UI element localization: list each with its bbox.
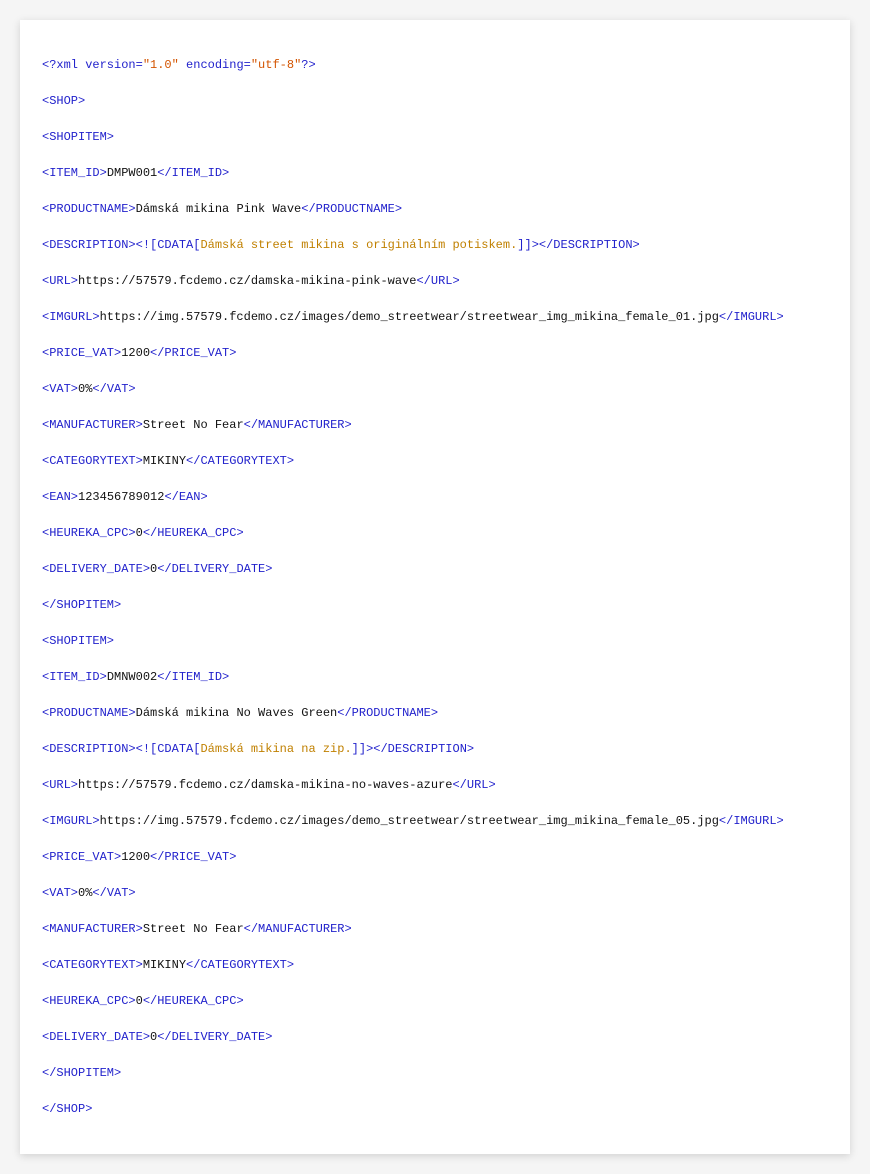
xml-declaration: <?xml version="1.0" encoding="utf-8"?> — [42, 56, 828, 74]
vat-value: 0% — [78, 886, 92, 900]
item-id-value: DMPW001 — [107, 166, 157, 180]
price-vat-value: 1200 — [121, 850, 150, 864]
shopitem-open: <SHOPITEM> — [42, 634, 114, 648]
shopitem-open: <SHOPITEM> — [42, 130, 114, 144]
productname-value: Dámská mikina No Waves Green — [136, 706, 338, 720]
categorytext-value: MIKINY — [143, 958, 186, 972]
categorytext-value: MIKINY — [143, 454, 186, 468]
item-id-value: DMNW002 — [107, 670, 157, 684]
imgurl-value: https://img.57579.fcdemo.cz/images/demo_… — [100, 814, 719, 828]
shopitem-close: </SHOPITEM> — [42, 1066, 121, 1080]
description-value: Dámská mikina na zip. — [200, 742, 351, 756]
imgurl-value: https://img.57579.fcdemo.cz/images/demo_… — [100, 310, 719, 324]
shop-close: </SHOP> — [42, 1102, 92, 1116]
delivery-date-value: 0 — [150, 1030, 157, 1044]
manufacturer-value: Street No Fear — [143, 922, 244, 936]
shopitem-close: </SHOPITEM> — [42, 598, 121, 612]
shop-open: <SHOP> — [42, 94, 85, 108]
productname-value: Dámská mikina Pink Wave — [136, 202, 302, 216]
manufacturer-value: Street No Fear — [143, 418, 244, 432]
ean-value: 123456789012 — [78, 490, 164, 504]
vat-value: 0% — [78, 382, 92, 396]
xml-code-block: <?xml version="1.0" encoding="utf-8"?> <… — [20, 20, 850, 1154]
url-value: https://57579.fcdemo.cz/damska-mikina-pi… — [78, 274, 416, 288]
url-value: https://57579.fcdemo.cz/damska-mikina-no… — [78, 778, 452, 792]
heureka-cpc-value: 0 — [136, 526, 143, 540]
price-vat-value: 1200 — [121, 346, 150, 360]
heureka-cpc-value: 0 — [136, 994, 143, 1008]
description-value: Dámská street mikina s originálním potis… — [200, 238, 517, 252]
